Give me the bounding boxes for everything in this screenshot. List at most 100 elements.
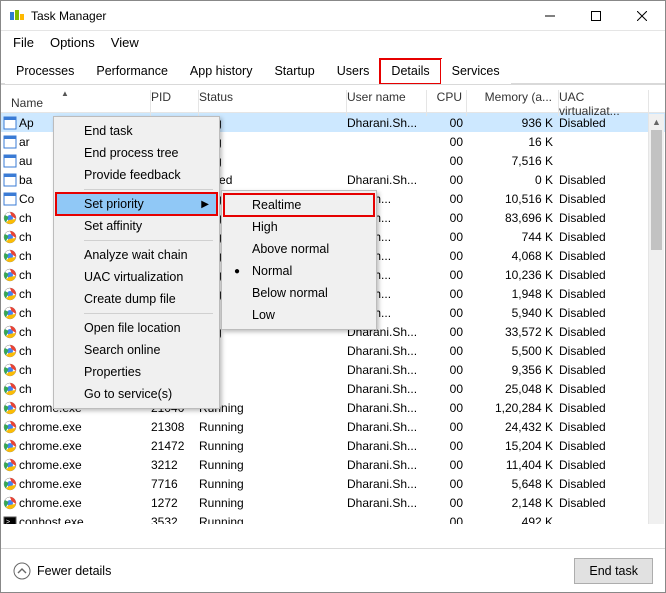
ctx-open-file-location[interactable]: Open file location [56, 317, 217, 339]
priority-realtime[interactable]: Realtime [224, 194, 374, 216]
maximize-button[interactable] [573, 1, 619, 31]
ctx-search-online[interactable]: Search online [56, 339, 217, 361]
ctx-create-dump-file[interactable]: Create dump file [56, 288, 217, 310]
column-status[interactable]: Status [199, 90, 347, 116]
process-icon [1, 211, 19, 225]
cell-uac: Disabled [559, 192, 649, 206]
cell-uac: Disabled [559, 287, 649, 301]
ctx-properties[interactable]: Properties [56, 361, 217, 383]
minimize-button[interactable] [527, 1, 573, 31]
cell-user: Dharani.Sh... [347, 116, 427, 130]
ctx-set-priority-label: Set priority [84, 197, 144, 211]
cell-uac: Disabled [559, 173, 649, 187]
cell-cpu: 00 [427, 382, 467, 396]
fewer-details-button[interactable]: Fewer details [13, 562, 111, 580]
cell-uac: Disabled [559, 325, 649, 339]
process-icon [1, 458, 19, 472]
process-icon [1, 496, 19, 510]
ctx-end-task[interactable]: End task [56, 120, 217, 142]
cell-name: conhost.exe [19, 515, 151, 525]
priority-above-normal[interactable]: Above normal [224, 238, 374, 260]
priority-below-normal[interactable]: Below normal [224, 282, 374, 304]
column-name[interactable]: Name ▲ [1, 90, 151, 116]
cell-name: chrome.exe [19, 458, 151, 472]
column-uac[interactable]: UAC virtualizat... [559, 90, 649, 116]
process-icon [1, 439, 19, 453]
cell-user: Dharani.Sh... [347, 496, 427, 510]
priority-high[interactable]: High [224, 216, 374, 238]
cell-memory: 15,204 K [467, 439, 559, 453]
table-row[interactable]: chrome.exe21308RunningDharani.Sh...0024,… [1, 417, 665, 436]
ctx-provide-feedback[interactable]: Provide feedback [56, 164, 217, 186]
close-button[interactable] [619, 1, 665, 31]
column-name-label: Name [11, 96, 43, 110]
tab-performance[interactable]: Performance [85, 59, 179, 84]
cell-cpu: 00 [427, 230, 467, 244]
cell-cpu: 00 [427, 515, 467, 525]
cell-user: Dharani.Sh... [347, 458, 427, 472]
cell-cpu: 00 [427, 192, 467, 206]
vertical-scrollbar[interactable]: ▲ [648, 114, 664, 524]
cell-cpu: 00 [427, 325, 467, 339]
column-memory[interactable]: Memory (a... [467, 90, 559, 116]
tab-details[interactable]: Details [380, 59, 440, 84]
table-row[interactable]: >_conhost.exe3532Running00492 K [1, 512, 665, 524]
scroll-up-icon[interactable]: ▲ [649, 114, 664, 130]
cell-memory: 24,432 K [467, 420, 559, 434]
tab-users[interactable]: Users [326, 59, 381, 84]
cell-cpu: 00 [427, 173, 467, 187]
menu-file[interactable]: File [13, 35, 34, 50]
cell-pid: 3212 [151, 458, 199, 472]
cell-pid: 3532 [151, 515, 199, 525]
column-pid[interactable]: PID [151, 90, 199, 116]
end-task-button[interactable]: End task [574, 558, 653, 584]
cell-cpu: 00 [427, 249, 467, 263]
cell-cpu: 00 [427, 477, 467, 491]
tab-startup[interactable]: Startup [263, 59, 325, 84]
cell-user: Dharani.Sh... [347, 401, 427, 415]
ctx-end-process-tree[interactable]: End process tree [56, 142, 217, 164]
cell-user: Dharani.Sh... [347, 382, 427, 396]
tab-services[interactable]: Services [441, 59, 511, 84]
footer: Fewer details End task [1, 548, 665, 592]
column-user[interactable]: User name [347, 90, 427, 116]
cell-memory: 5,940 K [467, 306, 559, 320]
cell-memory: 25,048 K [467, 382, 559, 396]
cell-status: Running [199, 420, 347, 434]
priority-low[interactable]: Low [224, 304, 374, 326]
column-cpu[interactable]: CPU [427, 90, 467, 116]
ctx-analyze-wait-chain[interactable]: Analyze wait chain [56, 244, 217, 266]
cell-uac: Disabled [559, 211, 649, 225]
priority-normal[interactable]: ● Normal [224, 260, 374, 282]
submenu-arrow-icon: ▶ [201, 199, 209, 210]
cell-memory: 10,236 K [467, 268, 559, 282]
process-icon [1, 287, 19, 301]
cell-memory: 2,148 K [467, 496, 559, 510]
menu-view[interactable]: View [111, 35, 139, 50]
ctx-go-to-services[interactable]: Go to service(s) [56, 383, 217, 405]
table-row[interactable]: chrome.exe7716RunningDharani.Sh...005,64… [1, 474, 665, 493]
cell-uac: Disabled [559, 420, 649, 434]
cell-uac: Disabled [559, 382, 649, 396]
menu-options[interactable]: Options [50, 35, 95, 50]
table-row[interactable]: chrome.exe21472RunningDharani.Sh...0015,… [1, 436, 665, 455]
cell-name: chrome.exe [19, 477, 151, 491]
cell-memory: 744 K [467, 230, 559, 244]
tab-app-history[interactable]: App history [179, 59, 264, 84]
process-icon [1, 135, 19, 149]
context-menu: End task End process tree Provide feedba… [53, 116, 220, 409]
table-header: Name ▲ PID Status User name CPU Memory (… [1, 85, 665, 113]
cell-memory: 5,500 K [467, 344, 559, 358]
cell-uac: Disabled [559, 458, 649, 472]
cell-cpu: 00 [427, 363, 467, 377]
scroll-thumb[interactable] [651, 130, 662, 250]
cell-status: ended [199, 173, 347, 187]
table-row[interactable]: chrome.exe1272RunningDharani.Sh...002,14… [1, 493, 665, 512]
current-priority-icon: ● [234, 266, 240, 277]
tab-processes[interactable]: Processes [5, 59, 85, 84]
ctx-set-priority[interactable]: Set priority ▶ [56, 193, 217, 215]
table-row[interactable]: chrome.exe3212RunningDharani.Sh...0011,4… [1, 455, 665, 474]
ctx-set-affinity[interactable]: Set affinity [56, 215, 217, 237]
menubar: File Options View [1, 31, 665, 56]
ctx-uac-virtualization[interactable]: UAC virtualization [56, 266, 217, 288]
